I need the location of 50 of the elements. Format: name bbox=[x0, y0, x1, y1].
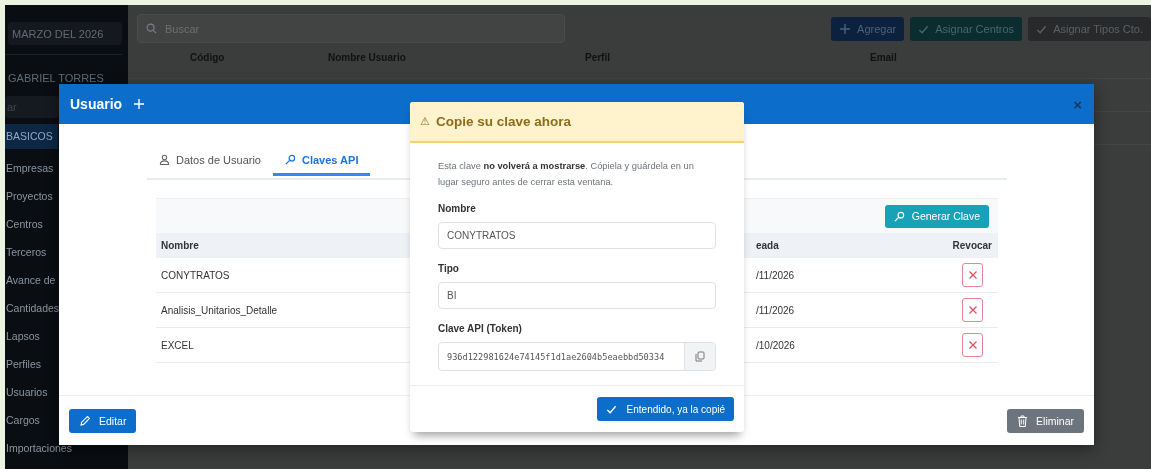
sidebar-item[interactable]: Cargos bbox=[5, 413, 40, 427]
column-header: eada bbox=[756, 240, 780, 251]
field-label: Tipo bbox=[438, 263, 460, 274]
delete-button[interactable]: Eliminar bbox=[1007, 408, 1084, 433]
tab[interactable]: Datos de Usuario bbox=[147, 146, 273, 176]
sidebar-item[interactable]: Centros bbox=[5, 217, 43, 231]
warning-icon: ⚠ bbox=[420, 115, 430, 128]
revoke-button[interactable] bbox=[962, 333, 983, 357]
edit-button[interactable]: Editar bbox=[69, 408, 137, 433]
revoke-button[interactable] bbox=[962, 298, 983, 322]
check-icon bbox=[918, 23, 930, 35]
user-name: GABRIEL TORRES bbox=[8, 72, 105, 86]
sidebar-item[interactable]: Usuarios bbox=[5, 385, 48, 399]
table-cell-text: Analisis_Unitarios_Detalle bbox=[161, 304, 279, 316]
sidebar-item[interactable]: BASICOS bbox=[5, 124, 58, 149]
table-cell-text: /11/2026 bbox=[756, 304, 796, 316]
text-field[interactable]: BI bbox=[438, 282, 716, 309]
person-icon bbox=[159, 154, 170, 165]
column-header: Revocar bbox=[952, 240, 992, 251]
plus-icon bbox=[133, 98, 146, 110]
plus-icon bbox=[839, 23, 852, 35]
confirm-button[interactable]: Entendido, ya la copié bbox=[596, 397, 734, 421]
x-icon bbox=[967, 340, 978, 350]
sidebar-item[interactable]: Terceros bbox=[5, 245, 47, 259]
pencil-icon bbox=[79, 414, 91, 427]
sidebar-item[interactable]: Cantidades bbox=[5, 301, 60, 315]
x-icon bbox=[967, 305, 978, 315]
field-label: Nombre bbox=[438, 203, 477, 214]
revoke-button[interactable] bbox=[962, 263, 983, 287]
sidebar-item[interactable]: Lapsos bbox=[5, 329, 40, 343]
field-label: Clave API (Token) bbox=[438, 323, 523, 334]
x-icon bbox=[967, 270, 978, 280]
modal-title: Usuario bbox=[70, 96, 123, 112]
tab[interactable]: Claves API bbox=[273, 146, 371, 176]
dialog-title: Copie su clave ahora bbox=[436, 114, 572, 129]
sidebar-item[interactable]: Perfiles bbox=[5, 357, 41, 371]
sidebar-item[interactable]: Empresas bbox=[5, 161, 54, 175]
sidebar-item[interactable]: Proyectos bbox=[5, 189, 53, 203]
warning-message: Esta clave no volverá a mostrarse. Cópiela y guárdela en un lugar seguro antes de cerrar esta ventana. bbox=[438, 160, 695, 189]
text-field[interactable]: CONYTRATOS bbox=[438, 222, 716, 249]
table-cell-text: EXCEL bbox=[161, 339, 195, 351]
sidebar-item[interactable]: Avance de bbox=[5, 273, 56, 287]
check-icon bbox=[1036, 23, 1048, 35]
trash-icon bbox=[1017, 414, 1029, 427]
search-icon bbox=[146, 23, 157, 34]
table-cell-text: /10/2026 bbox=[756, 339, 796, 351]
check-icon bbox=[605, 403, 617, 415]
table-cell-text: /11/2026 bbox=[756, 269, 796, 281]
column-header: Nombre bbox=[161, 240, 200, 251]
sidebar-item[interactable]: Importaciones bbox=[5, 441, 72, 455]
